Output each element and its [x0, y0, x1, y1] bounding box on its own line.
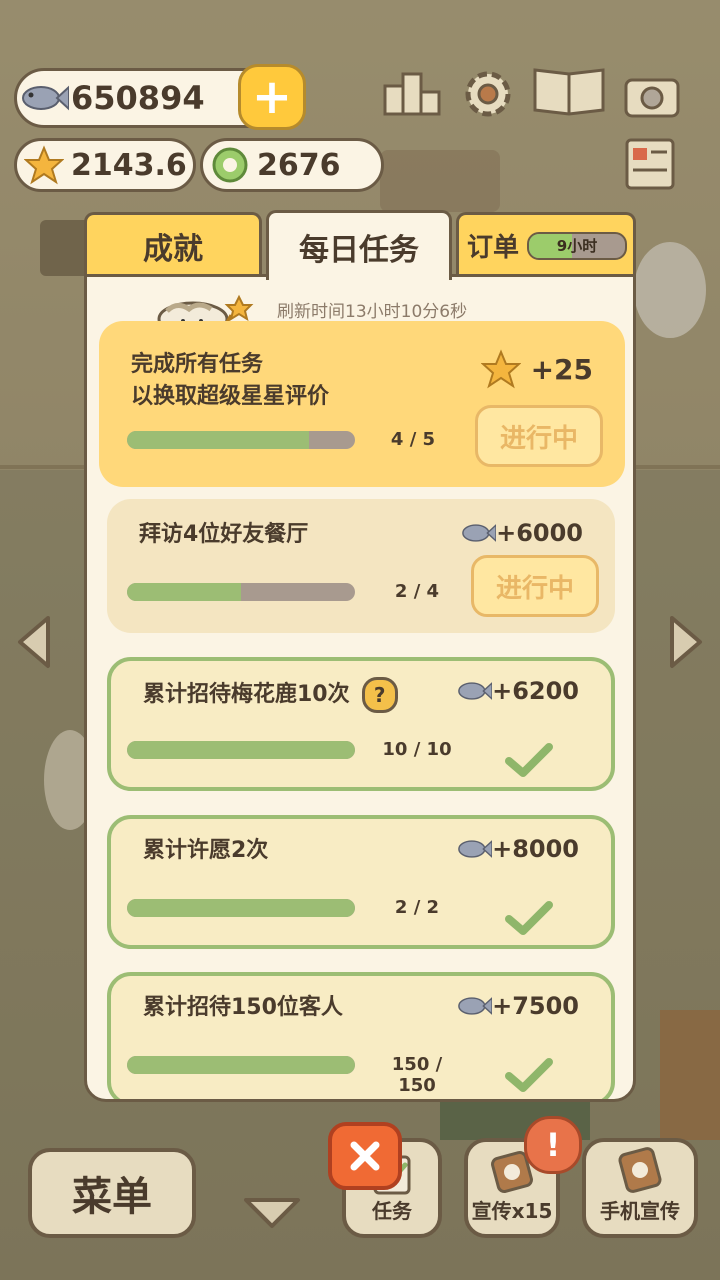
phone-promo-button[interactable]: 手机宣传	[582, 1138, 698, 1238]
check-icon	[505, 1058, 553, 1092]
task-card-all-tasks: 完成所有任务 以换取超级星星评价 +25 4 / 5 进行中	[99, 321, 625, 487]
star-icon	[480, 349, 521, 389]
task-reward: +7500	[456, 992, 579, 1020]
task-reward-amount: +7500	[492, 992, 579, 1020]
phone-promo-icon	[618, 1147, 662, 1193]
star-amount: 2143.6	[71, 147, 187, 183]
task-status-button[interactable]: 进行中	[475, 405, 603, 467]
fish-icon	[458, 682, 493, 700]
task-progress-bar	[127, 1056, 355, 1074]
task-title: 累计招待梅花鹿10次	[143, 682, 350, 707]
next-arrow-icon[interactable]	[666, 614, 706, 670]
star-icon	[17, 138, 71, 192]
add-currency-button[interactable]: +	[238, 64, 306, 130]
coin-currency: 2676	[200, 138, 384, 192]
task-reward-amount: +6200	[492, 677, 579, 705]
tasks-button-label: 任务	[372, 1199, 412, 1223]
tab-achievements[interactable]: 成就	[84, 212, 262, 276]
task-reward-amount: +25	[530, 352, 593, 386]
task-reward: +25	[480, 349, 593, 389]
task-progress-fill	[127, 583, 241, 601]
star-rating: 2143.6	[14, 138, 196, 192]
close-icon	[350, 1141, 380, 1171]
fish-icon	[17, 71, 71, 125]
task-reward: +8000	[456, 835, 579, 863]
orders-timer-bar: 9小时	[527, 231, 628, 260]
task-title: 累计招待150位客人	[143, 995, 343, 1020]
fish-icon	[458, 840, 493, 858]
task-progress-count: 4 / 5	[390, 429, 436, 450]
check-icon	[505, 743, 553, 777]
tab-orders[interactable]: 订单 9小时	[456, 212, 636, 276]
daily-task-panel: 刷新时间13小时10分6秒 完成所有任务 以换取超级星星评价 +25 4 / 5…	[84, 274, 636, 1102]
task-progress-count: 150 / 150	[391, 1054, 443, 1096]
task-title: 拜访4位好友餐厅	[139, 522, 309, 547]
task-progress-bar	[127, 431, 355, 449]
task-status-button[interactable]: 进行中	[471, 555, 599, 617]
fish-icon	[458, 997, 493, 1015]
task-title-line1: 完成所有任务	[131, 352, 264, 377]
close-button[interactable]	[328, 1122, 402, 1190]
fish-icon	[462, 524, 497, 542]
phone-promo-label: 手机宣传	[600, 1199, 680, 1223]
book-icon[interactable]	[530, 62, 608, 118]
task-reward: +6000	[460, 519, 583, 547]
gear-icon[interactable]	[458, 66, 518, 122]
task-modal: 成就 每日任务 订单 9小时 刷新时间13小时10分6秒 完成所有任务 以换取超…	[84, 210, 636, 1102]
orders-timer-label: 9小时	[556, 236, 598, 255]
task-reward: +6200	[456, 677, 579, 705]
help-icon[interactable]: ?	[361, 677, 398, 713]
task-progress-fill	[127, 741, 355, 759]
task-card-guests: 累计招待150位客人 +7500 150 / 150	[107, 972, 615, 1099]
chevron-down-icon[interactable]	[242, 1196, 302, 1232]
task-progress-count: 2 / 2	[394, 897, 440, 918]
task-progress-fill	[127, 1056, 355, 1074]
prev-arrow-icon[interactable]	[14, 614, 54, 670]
task-progress-fill	[127, 899, 355, 917]
promo-button-label: 宣传x15	[471, 1199, 553, 1223]
task-progress-bar	[127, 899, 355, 917]
coin-amount: 2676	[257, 147, 341, 183]
newspaper-icon[interactable]	[620, 136, 680, 192]
task-progress-bar	[127, 583, 355, 601]
task-progress-count: 2 / 4	[394, 581, 440, 602]
menu-button[interactable]: 菜单	[28, 1148, 196, 1238]
task-title-row: 累计招待梅花鹿10次 ?	[143, 677, 398, 713]
camera-icon[interactable]	[622, 66, 682, 122]
fish-amount: 650894	[71, 79, 205, 117]
task-progress-fill	[127, 431, 310, 449]
task-card-wish: 累计许愿2次 +8000 2 / 2	[107, 815, 615, 949]
check-icon	[505, 901, 553, 935]
coin-icon	[203, 138, 257, 192]
tab-daily-tasks[interactable]: 每日任务	[266, 210, 452, 280]
tab-orders-label: 订单	[467, 233, 520, 263]
task-title-line2: 以换取超级星星评价	[131, 384, 330, 409]
task-reward-amount: +6000	[496, 519, 583, 547]
task-progress-count: 10 / 10	[382, 739, 452, 760]
task-card-visit-friends: 拜访4位好友餐厅 +6000 2 / 4 进行中	[107, 499, 615, 633]
refresh-timer: 刷新时间13小时10分6秒	[277, 302, 468, 322]
task-title: 累计许愿2次	[143, 838, 269, 863]
task-progress-bar	[127, 741, 355, 759]
task-card-deer: 累计招待梅花鹿10次 ? +6200 10 / 10	[107, 657, 615, 791]
task-reward-amount: +8000	[492, 835, 579, 863]
alert-badge: !	[524, 1116, 582, 1174]
ranking-icon[interactable]	[382, 66, 442, 122]
